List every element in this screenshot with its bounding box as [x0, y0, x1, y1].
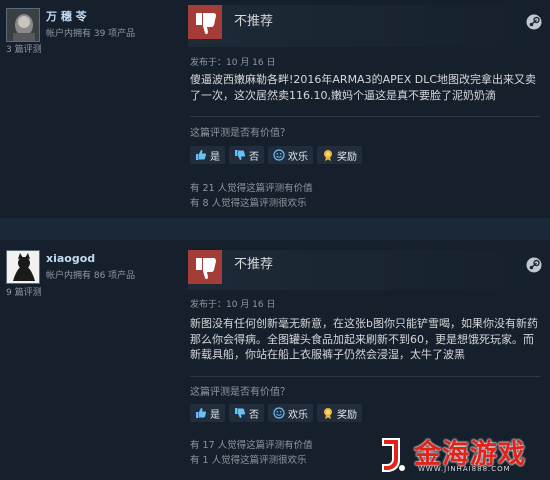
products-owned[interactable]: 帐户内拥有 39 项产品: [46, 26, 135, 39]
divider: [190, 116, 540, 117]
thumbs-down-icon: [234, 149, 246, 161]
watermark: 金海游戏 WWW.JINHAI888.COM: [374, 430, 550, 480]
vote-no-label: 否: [249, 409, 259, 421]
smiley-icon: [273, 149, 285, 161]
verdict-title: 不推荐: [234, 257, 274, 272]
thumbs-down-icon: [188, 5, 222, 39]
vote-no-button[interactable]: 否: [229, 404, 264, 422]
helpful-question: 这篇评测是否有价值？: [190, 387, 290, 398]
helpful-count: 有 21 人觉得这篇评测有价值: [190, 183, 313, 194]
award-icon: [322, 149, 334, 161]
vote-funny-label: 欢乐: [288, 409, 308, 421]
funny-count: 有 1 人觉得这篇评测很欢乐: [190, 455, 307, 466]
vote-yes-button[interactable]: 是: [190, 404, 225, 422]
vote-buttons: 是 否 欢乐 奖励: [190, 146, 362, 164]
review-card: 万 穗 苓 帐户内拥有 39 项产品 3 篇评测 不推荐 发布于：10 月 16…: [0, 0, 550, 218]
award-button[interactable]: 奖励: [317, 146, 362, 164]
award-icon: [322, 407, 334, 419]
steam-icon: [526, 14, 542, 30]
vote-funny-label: 欢乐: [288, 151, 308, 163]
vote-no-button[interactable]: 否: [229, 146, 264, 164]
products-owned[interactable]: 帐户内拥有 86 项产品: [46, 268, 135, 281]
watermark-logo-icon: [378, 434, 408, 476]
posted-date: 发布于：10 月 16 日: [190, 58, 276, 68]
avatar[interactable]: [6, 250, 40, 284]
username[interactable]: 万 穗 苓: [46, 8, 87, 24]
vote-yes-button[interactable]: 是: [190, 146, 225, 164]
thumbs-down-icon: [234, 407, 246, 419]
username[interactable]: xiaogod: [46, 252, 95, 265]
watermark-url: WWW.JINHAI888.COM: [418, 465, 511, 473]
vote-yes-label: 是: [210, 151, 220, 163]
award-label: 奖励: [337, 151, 357, 163]
vote-no-label: 否: [249, 151, 259, 163]
award-label: 奖励: [337, 409, 357, 421]
vote-funny-button[interactable]: 欢乐: [268, 404, 313, 422]
review-content: 新图没有任何创新毫无新意，在这张b图你只能铲雪喝，如果你没有新药那么你会得病。全…: [190, 317, 538, 361]
divider: [190, 376, 540, 377]
review-content: 傻逼波西嫩麻勒各畔!2016年ARMA3的APEX DLC地图改完拿出来又卖了一…: [190, 73, 537, 102]
funny-count: 有 8 人觉得这篇评测很欢乐: [190, 198, 307, 209]
thumbs-down-icon: [188, 250, 222, 284]
vote-yes-label: 是: [210, 409, 220, 421]
thumbs-up-icon: [195, 407, 207, 419]
thumbs-up-icon: [195, 149, 207, 161]
helpful-question: 这篇评测是否有价值？: [190, 128, 290, 139]
vote-funny-button[interactable]: 欢乐: [268, 146, 313, 164]
posted-date: 发布于：10 月 16 日: [190, 300, 276, 310]
helpful-count: 有 17 人觉得这篇评测有价值: [190, 440, 313, 451]
smiley-icon: [273, 407, 285, 419]
avatar[interactable]: [6, 8, 40, 42]
review-count[interactable]: 9 篇评测: [6, 285, 42, 298]
review-count[interactable]: 3 篇评测: [6, 42, 42, 55]
vote-buttons: 是 否 欢乐 奖励: [190, 404, 362, 422]
award-button[interactable]: 奖励: [317, 404, 362, 422]
steam-icon: [526, 257, 542, 273]
verdict-title: 不推荐: [234, 14, 274, 29]
